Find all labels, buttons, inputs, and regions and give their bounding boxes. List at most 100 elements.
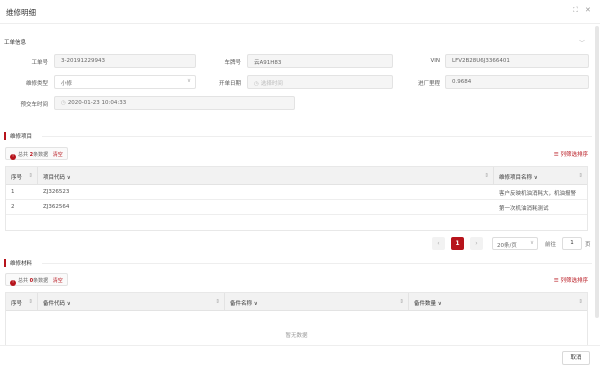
prev-page-button[interactable]: ‹ (432, 237, 445, 250)
info-icon: ! (10, 154, 16, 160)
mileage-value: 0.9684 (452, 79, 472, 85)
page-size-select[interactable]: 20条/页 ∨ (492, 237, 538, 250)
filter-sort-label: 列筛选排序 (560, 152, 588, 158)
dropdown-chevron-icon: ∨ (253, 301, 258, 307)
count-prefix: 总共 (18, 152, 29, 158)
repair-materials-table: 序号 ⇕ 备件代码 ∨ ⇕ 备件名称 ∨ ⇕ 备件数量 ∨ ⇕ 暂无数据 (5, 292, 588, 345)
repair-items-filter-sort-link[interactable]: ☰ 列筛选排序 (554, 150, 588, 158)
repair-materials-count-box: ! 总共 0条数据 清空 (5, 273, 68, 286)
clock-icon: ◷ (61, 100, 66, 106)
info-icon: ! (10, 280, 16, 286)
cell-item-code: ZJ326523 (43, 189, 70, 195)
page-unit-label: 页 (585, 242, 591, 248)
table-row[interactable]: 2 ZJ362564 第一次机油消耗测试 (6, 200, 587, 215)
cell-seq: 1 (11, 189, 15, 195)
sort-icon: ⇕ (578, 173, 583, 179)
plate-no-field[interactable]: 云A91H83 (247, 54, 393, 68)
plate-no-label: 车牌号 (224, 60, 241, 66)
col-label: 序号 (11, 301, 23, 307)
section-accent-bar (4, 259, 6, 267)
cell-item-code: ZJ362564 (43, 204, 70, 210)
vin-field[interactable]: LFV2B28U6J3366401 (445, 54, 589, 68)
sort-icon: ⇕ (484, 173, 489, 179)
filter-sort-label: 列筛选排序 (560, 278, 588, 284)
goto-label: 前往 (545, 242, 557, 248)
order-no-field[interactable]: 3-20191229943 (54, 54, 196, 68)
delivery-time-value: 2020-01-23 10:04:33 (67, 100, 127, 106)
sort-icon: ⇕ (215, 299, 220, 305)
clear-repair-materials-link[interactable]: 清空 (53, 278, 63, 284)
dropdown-chevron-icon: ∨ (66, 175, 71, 181)
dialog-title: 维修明细 (6, 8, 36, 17)
section-title-repair-materials: 维修材料 (10, 261, 33, 267)
table-header: 序号 ⇕ 项目代码 ∨ ⇕ 维修项目名称 ∨ ⇕ (6, 167, 587, 185)
open-date-placeholder: 选择时间 (260, 81, 283, 87)
repair-items-table: 序号 ⇕ 项目代码 ∨ ⇕ 维修项目名称 ∨ ⇕ 1 ZJ326523 客户反映… (5, 166, 588, 231)
count-suffix: 条数据 (33, 278, 49, 284)
repair-type-select[interactable]: 小修 ∨ (54, 75, 196, 89)
table-spacer (6, 215, 587, 230)
open-date-label: 开单日期 (218, 81, 241, 87)
count-prefix: 总共 (18, 278, 29, 284)
vin-value: LFV2B28U6J3366401 (452, 58, 510, 64)
sort-icon: ⇕ (28, 299, 33, 305)
goto-page-input[interactable]: 1 (562, 237, 582, 250)
sort-icon: ⇕ (578, 299, 583, 305)
collapse-chevron-icon[interactable]: ﹀ (579, 38, 585, 47)
repair-items-count-box: ! 总共 2条数据 清空 (5, 147, 68, 160)
dropdown-chevron-icon: ∨ (437, 301, 442, 307)
col-label: 项目代码 (43, 175, 66, 181)
cell-item-name: 第一次机油消耗测试 (499, 206, 549, 212)
clock-icon: ◷ (254, 81, 259, 87)
section-title-order-info: 工单信息 (4, 40, 27, 46)
vertical-scrollbar[interactable] (595, 26, 599, 318)
plate-no-value: 云A91H83 (254, 60, 282, 66)
section-title-repair-items: 维修项目 (10, 134, 33, 140)
col-header-seq[interactable]: 序号 ⇕ (6, 293, 38, 310)
repair-type-label: 维修类型 (25, 81, 48, 87)
mileage-label: 进厂里程 (417, 81, 440, 87)
dropdown-chevron-icon: ∨ (66, 301, 71, 307)
delivery-time-picker[interactable]: ◷ 2020-01-23 10:04:33 (54, 96, 295, 110)
col-label: 维修项目名称 (499, 175, 533, 181)
open-date-picker[interactable]: ◷ 选择时间 (247, 75, 393, 89)
clear-repair-items-link[interactable]: 清空 (53, 152, 63, 158)
table-row[interactable]: 1 ZJ326523 客户反映机油消耗大，机油报警 (6, 185, 587, 200)
table-header: 序号 ⇕ 备件代码 ∨ ⇕ 备件名称 ∨ ⇕ 备件数量 ∨ ⇕ (6, 293, 587, 311)
dropdown-chevron-icon: ∨ (529, 240, 534, 246)
section-header-repair-items: 维修项目 (4, 131, 596, 141)
next-page-button[interactable]: › (470, 237, 483, 250)
section-divider (42, 263, 592, 264)
cell-item-name: 客户反映机油消耗大，机油报警 (499, 191, 577, 197)
col-header-part-qty[interactable]: 备件数量 ∨ ⇕ (409, 293, 587, 310)
order-no-value: 3-20191229943 (61, 58, 105, 64)
dropdown-chevron-icon: ∨ (533, 175, 538, 181)
order-no-label: 工单号 (31, 60, 48, 66)
close-icon[interactable]: ✕ (585, 6, 591, 14)
col-label: 备件名称 (230, 301, 253, 307)
cancel-button[interactable]: 取消 (562, 351, 590, 365)
sort-icon: ⇕ (28, 173, 33, 179)
col-header-part-name[interactable]: 备件名称 ∨ ⇕ (225, 293, 409, 310)
filter-icon: ☰ (553, 278, 559, 284)
empty-state-text: 暂无数据 (285, 333, 308, 339)
delivery-time-label: 预交车时间 (20, 102, 48, 108)
sort-icon: ⇕ (399, 299, 404, 305)
cell-seq: 2 (11, 204, 15, 210)
count-suffix: 条数据 (33, 152, 49, 158)
col-header-part-code[interactable]: 备件代码 ∨ ⇕ (38, 293, 225, 310)
page-1-button[interactable]: 1 (451, 237, 464, 250)
col-header-item-code[interactable]: 项目代码 ∨ ⇕ (38, 167, 494, 184)
page-size-value: 20条/页 (497, 243, 517, 249)
section-header-repair-materials: 维修材料 (4, 258, 596, 268)
repair-type-value: 小修 (61, 81, 73, 87)
repair-materials-filter-sort-link[interactable]: ☰ 列筛选排序 (554, 276, 588, 284)
col-label: 备件代码 (43, 301, 66, 307)
col-header-seq[interactable]: 序号 ⇕ (6, 167, 38, 184)
maximize-icon[interactable]: ⛶ (573, 6, 578, 15)
col-header-item-name[interactable]: 维修项目名称 ∨ ⇕ (494, 167, 587, 184)
col-label: 序号 (11, 175, 23, 181)
mileage-field[interactable]: 0.9684 (445, 75, 589, 89)
filter-icon: ☰ (553, 152, 559, 158)
section-accent-bar (4, 132, 6, 140)
